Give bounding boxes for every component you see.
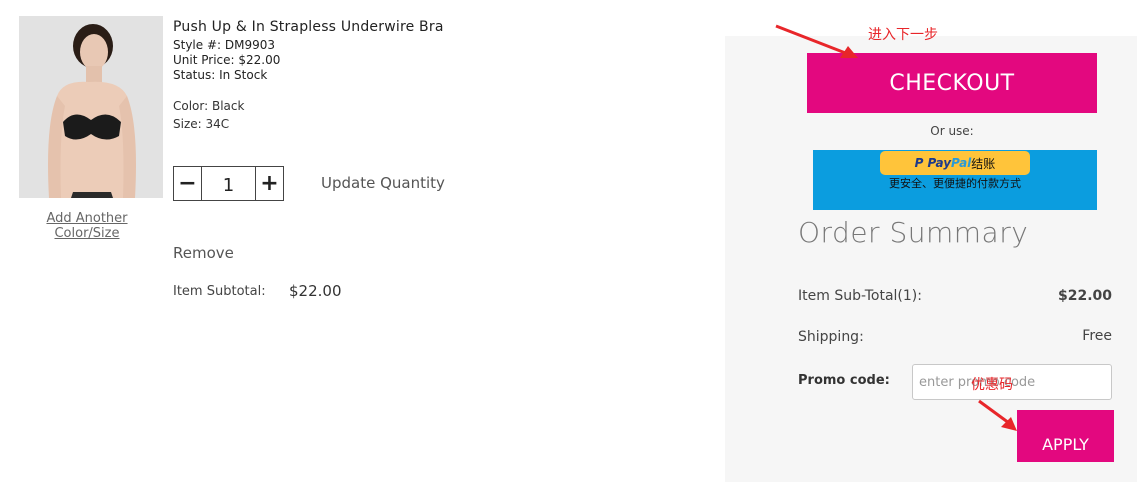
product-image (19, 16, 163, 198)
product-meta: Style #: DM9903 Unit Price: $22.00 Statu… (173, 38, 280, 83)
shipping-value: Free (1082, 328, 1112, 344)
add-another-line1: Add Another (46, 211, 128, 226)
paypal-button-text: 结账 (971, 156, 996, 171)
subtotal-label: Item Sub-Total(1): (798, 288, 922, 304)
paypal-brand-pal: Pal (951, 156, 972, 170)
shipping-label: Shipping: (798, 329, 864, 345)
remove-item-link[interactable]: Remove (173, 244, 234, 262)
stock-status: Status: In Stock (173, 68, 268, 82)
apply-promo-button[interactable]: APPLY (1017, 410, 1114, 462)
paypal-icon: P (914, 156, 924, 170)
update-quantity-link[interactable]: Update Quantity (321, 174, 445, 192)
unit-price: Unit Price: $22.00 (173, 53, 281, 67)
product-color: Color: Black (173, 99, 245, 113)
annotation-arrow-icon (775, 24, 858, 58)
paypal-logo-button[interactable]: P Pay Pal 结账 (880, 151, 1030, 175)
quantity-stepper: − 1 + (173, 166, 284, 201)
add-another-color-size-link[interactable]: Add Another Color/Size (19, 211, 155, 241)
add-another-line2: Color/Size (54, 226, 120, 241)
checkout-annotation: 进入下一步 (868, 27, 938, 43)
paypal-subtitle: 更安全、更便捷的付款方式 (889, 177, 1021, 190)
quantity-decrease-button[interactable]: − (174, 167, 202, 200)
product-attributes: Color: Black Size: 34C (173, 97, 244, 133)
paypal-brand-pay: Pay (927, 156, 952, 170)
item-subtotal-label: Item Subtotal: (173, 284, 266, 299)
product-size: Size: 34C (173, 117, 230, 131)
quantity-value[interactable]: 1 (202, 167, 255, 200)
product-name[interactable]: Push Up & In Strapless Underwire Bra (173, 19, 444, 35)
paypal-checkout-button[interactable]: P Pay Pal 结账 更安全、更便捷的付款方式 (813, 150, 1097, 210)
item-subtotal-value: $22.00 (289, 282, 342, 300)
order-summary-title: Order Summary (798, 216, 1029, 249)
style-number: Style #: DM9903 (173, 38, 275, 52)
subtotal-value: $22.00 (1057, 288, 1112, 304)
promo-annotation: 优惠码 (971, 377, 1013, 393)
promo-code-label: Promo code: (798, 373, 890, 388)
quantity-increase-button[interactable]: + (255, 167, 283, 200)
or-use-label: Or use: (930, 124, 974, 138)
